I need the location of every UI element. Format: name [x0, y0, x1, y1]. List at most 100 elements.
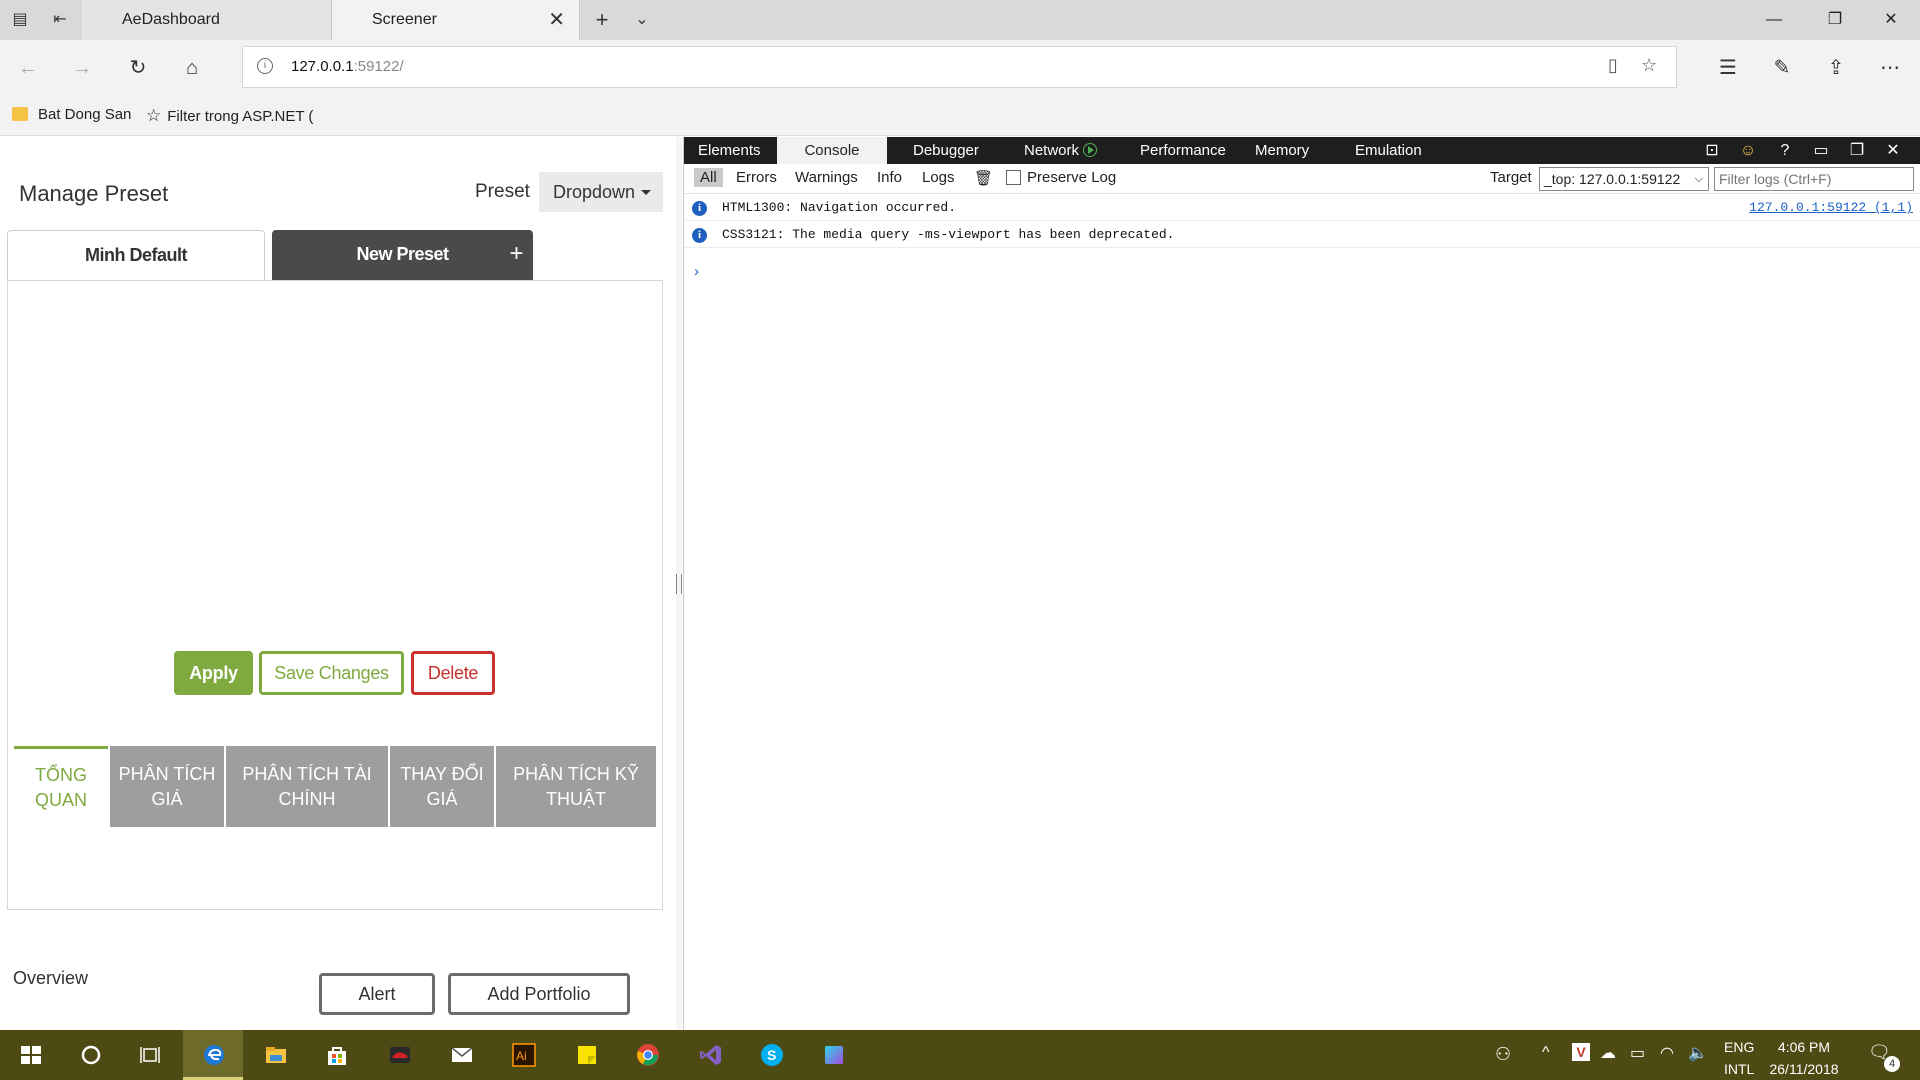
new-tab-icon[interactable]: +	[590, 8, 614, 32]
section-tab-phan-tich-ky-thuat[interactable]: PHÂN TÍCH KỸ THUẬT	[496, 746, 656, 827]
volume-icon[interactable]: 🔈	[1688, 1043, 1708, 1063]
tab-manager-icon[interactable]: ▤	[8, 8, 32, 32]
filter-warnings[interactable]: Warnings	[795, 169, 858, 186]
filter-all[interactable]: All	[694, 168, 723, 187]
favorite-filter-aspnet[interactable]: ☆ Filter trong ASP.NET (	[146, 106, 316, 126]
favorite-star-icon[interactable]: ☆	[1641, 55, 1657, 76]
preset-dropdown[interactable]: Dropdown	[539, 172, 663, 212]
visual-studio-icon	[700, 1045, 721, 1065]
share-icon[interactable]: ⇪	[1820, 52, 1852, 84]
skype-icon: S	[761, 1044, 783, 1066]
sticky-note-icon	[578, 1046, 596, 1064]
task-view-button[interactable]	[120, 1030, 180, 1080]
devtools-tab-console[interactable]: Console	[777, 137, 887, 164]
site-info-icon[interactable]: i	[257, 58, 273, 74]
taskbar-skype[interactable]: S	[741, 1030, 801, 1080]
back-icon[interactable]: ←	[12, 52, 44, 84]
taskbar-mail[interactable]	[431, 1030, 491, 1080]
close-devtools-icon[interactable]: ✕	[1882, 140, 1904, 162]
preserve-log-checkbox[interactable]: Preserve Log	[1006, 169, 1116, 186]
preset-tab-new-preset[interactable]: New Preset +	[272, 230, 533, 280]
reading-view-icon[interactable]: ▯	[1608, 55, 1618, 76]
clear-console-icon[interactable]: 🗑	[974, 169, 993, 187]
home-icon[interactable]: ⌂	[176, 52, 208, 84]
console-message: i CSS3121: The media query -ms-viewport …	[684, 222, 1920, 248]
splitter-grip-icon[interactable]	[676, 574, 682, 594]
page-title: Manage Preset	[19, 181, 169, 206]
task-view-icon	[140, 1047, 160, 1063]
taskbar-sticky-notes[interactable]	[556, 1030, 616, 1080]
web-note-icon[interactable]: ✎	[1766, 52, 1798, 84]
help-icon[interactable]: ?	[1774, 140, 1796, 162]
filter-logs[interactable]: Logs	[922, 169, 955, 186]
preset-tab-minh-default[interactable]: Minh Default	[7, 230, 265, 280]
message-source-link[interactable]: 127.0.0.1:59122 (1,1)	[1749, 195, 1913, 221]
apply-button[interactable]: Apply	[174, 651, 253, 695]
add-portfolio-button[interactable]: Add Portfolio	[448, 973, 630, 1015]
target-label: Target	[1490, 169, 1532, 186]
console-toggle-icon[interactable]: ⊡	[1701, 140, 1723, 162]
clock[interactable]: 4:06 PM 26/11/2018	[1768, 1036, 1840, 1080]
cloud-sync-icon[interactable]: ☁	[1600, 1043, 1616, 1063]
alert-button[interactable]: Alert	[319, 973, 435, 1015]
browser-tab-bar: ▤ ⇤ AeDashboard Screener ✕ + ⌄ — ❐ ✕	[0, 0, 1920, 40]
caret-down-icon	[641, 190, 652, 195]
more-options-icon[interactable]: ⋯	[1874, 52, 1906, 84]
navigation-bar: ← → ↻ ⌂ i 127.0.0.1:59122/ ▯ ☆ ☰ ✎ ⇪ ⋯	[0, 40, 1920, 96]
taskbar-file-explorer[interactable]	[245, 1030, 305, 1080]
section-tab-phan-tich-gia[interactable]: PHÂN TÍCH GIÁ	[110, 746, 224, 827]
battery-icon[interactable]: ▭	[1630, 1043, 1645, 1063]
address-bar[interactable]: i 127.0.0.1:59122/ ▯ ☆	[242, 46, 1677, 88]
section-tab-tong-quan[interactable]: TỔNG QUAN	[14, 746, 108, 827]
language-indicator[interactable]: ENG INTL	[1724, 1036, 1754, 1080]
plus-icon[interactable]: +	[509, 230, 523, 278]
close-window-icon[interactable]: ✕	[1868, 0, 1914, 40]
taskbar-visual-studio[interactable]	[680, 1030, 740, 1080]
devtools-panel: Elements Console Debugger Network Perfor…	[683, 137, 1920, 1030]
feedback-smiley-icon[interactable]: ☺	[1737, 140, 1759, 162]
dropdown-label: Dropdown	[553, 182, 636, 202]
set-tabs-aside-icon[interactable]: ⇤	[48, 8, 72, 32]
devtools-tab-emulation[interactable]: Emulation	[1341, 137, 1436, 164]
taskbar-chrome[interactable]	[617, 1030, 677, 1080]
illustrator-icon: Ai	[512, 1043, 536, 1067]
favorites-hub-icon[interactable]: ☰	[1712, 52, 1744, 84]
console-input-prompt[interactable]: ›	[694, 263, 699, 280]
target-select[interactable]: _top: 127.0.0.1:59122 ⌵	[1539, 167, 1709, 191]
page-content: Manage Preset Preset Dropdown Minh Defau…	[0, 137, 682, 1030]
taskbar-store[interactable]	[306, 1030, 366, 1080]
section-tab-thay-doi-gia[interactable]: THAY ĐỔI GIÁ	[390, 746, 494, 827]
devtools-tab-performance[interactable]: Performance	[1126, 137, 1240, 164]
minimize-icon[interactable]: —	[1751, 0, 1797, 40]
start-button[interactable]	[0, 1030, 60, 1080]
taskbar-app-gradient[interactable]	[803, 1030, 863, 1080]
devtools-tab-debugger[interactable]: Debugger	[899, 137, 993, 164]
section-tab-phan-tich-tai-chinh[interactable]: PHÂN TÍCH TÀI CHÍNH	[226, 746, 388, 827]
tab-screener[interactable]: Screener ✕	[332, 0, 580, 40]
wifi-icon[interactable]: ◠	[1660, 1043, 1674, 1063]
filter-errors[interactable]: Errors	[736, 169, 777, 186]
forward-icon[interactable]: →	[66, 52, 98, 84]
filter-logs-input[interactable]	[1714, 167, 1914, 191]
search-cortana-button[interactable]	[60, 1030, 120, 1080]
tab-aedashboard[interactable]: AeDashboard	[82, 0, 332, 40]
taskbar-edge[interactable]	[183, 1030, 243, 1080]
vivaldi-tray-icon[interactable]: V	[1572, 1043, 1590, 1061]
taskbar-illustrator[interactable]: Ai	[493, 1030, 553, 1080]
people-icon[interactable]: ⚇	[1495, 1044, 1511, 1065]
favorite-folder-bat-dong-san[interactable]: Bat Dong San	[12, 106, 131, 123]
refresh-icon[interactable]: ↻	[122, 52, 154, 84]
maximize-icon[interactable]: ❐	[1812, 0, 1858, 40]
devtools-tab-network[interactable]: Network	[1010, 137, 1111, 164]
taskbar-app-red[interactable]	[369, 1030, 429, 1080]
delete-button[interactable]: Delete	[411, 651, 495, 695]
dock-bottom-icon[interactable]: ▭	[1810, 140, 1832, 162]
filter-info[interactable]: Info	[877, 169, 902, 186]
chevron-down-icon[interactable]: ⌄	[630, 8, 654, 32]
undock-icon[interactable]: ❐	[1846, 140, 1868, 162]
close-tab-icon[interactable]: ✕	[548, 0, 565, 40]
show-hidden-icons-icon[interactable]: ^	[1542, 1044, 1550, 1062]
save-changes-button[interactable]: Save Changes	[259, 651, 404, 695]
devtools-tab-memory[interactable]: Memory	[1241, 137, 1323, 164]
devtools-tab-elements[interactable]: Elements	[684, 137, 775, 164]
